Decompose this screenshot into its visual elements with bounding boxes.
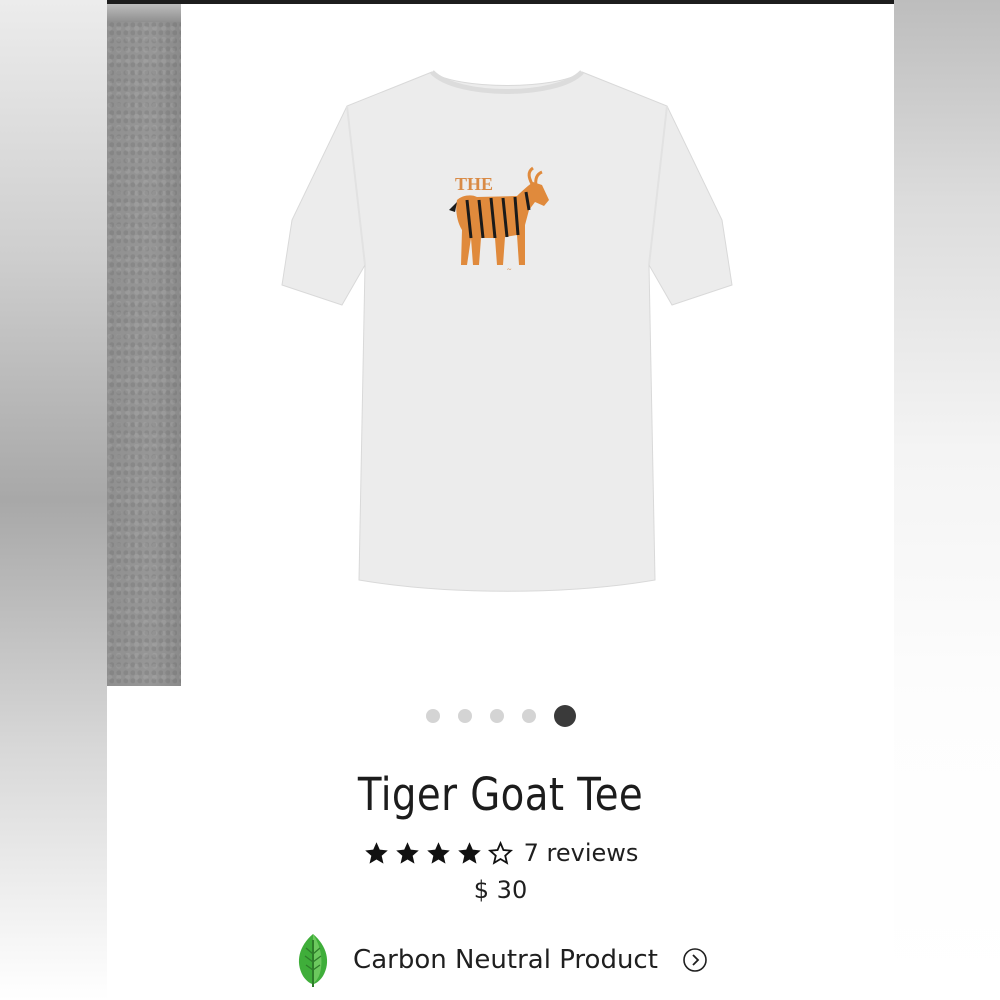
pagination-dot[interactable] <box>457 709 472 723</box>
background-left <box>0 0 107 1000</box>
star-filled-icon <box>457 841 481 864</box>
pagination-dot-active[interactable] <box>553 705 576 727</box>
product-image[interactable]: THE ~ <box>267 60 747 600</box>
svg-text:~: ~ <box>507 265 512 274</box>
star-filled-icon <box>395 841 419 864</box>
pagination-dot[interactable] <box>521 709 536 723</box>
leaf-icon <box>298 934 328 987</box>
product-price: $ 30 <box>473 876 528 904</box>
chevron-right-circle-icon[interactable] <box>682 947 708 973</box>
carbon-neutral-banner[interactable]: Carbon Neutral Product <box>107 932 894 988</box>
star-filled-icon <box>364 841 388 864</box>
star-outline-icon <box>487 840 513 865</box>
pagination-dot[interactable] <box>425 709 440 723</box>
product-title: Tiger Goat Tee <box>357 768 644 821</box>
pagination-dot[interactable] <box>489 709 504 723</box>
top-bar <box>107 0 894 4</box>
gallery-pagination <box>107 704 894 728</box>
star-filled-icon <box>426 841 450 864</box>
shirt-print-text: THE <box>455 174 493 194</box>
background-right <box>894 0 1000 1000</box>
carbon-neutral-label: Carbon Neutral Product <box>353 945 658 975</box>
tshirt-illustration: THE ~ <box>281 70 733 592</box>
reviews-link[interactable]: 7 reviews <box>524 839 639 867</box>
previous-slide-image[interactable] <box>107 4 181 686</box>
product-rating[interactable]: 7 reviews <box>107 836 894 870</box>
product-page: THE ~ Tiger Goat Tee 7 reviews $ 30 Carb… <box>107 0 894 1000</box>
